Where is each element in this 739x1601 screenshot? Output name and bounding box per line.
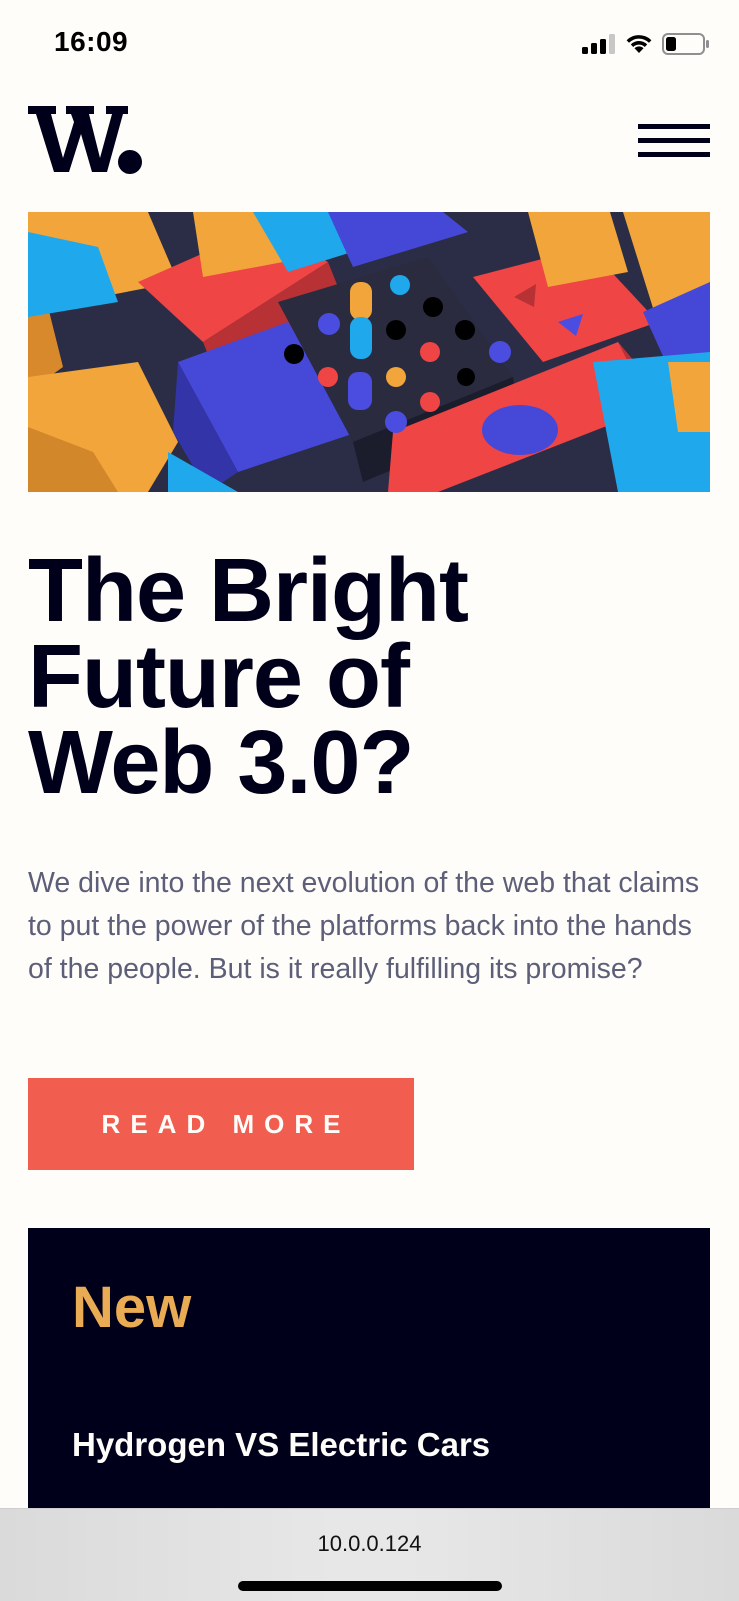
- hero-image: [28, 212, 710, 492]
- status-time: 16:09: [54, 26, 129, 57]
- wifi-icon: [626, 35, 652, 53]
- home-indicator[interactable]: [238, 1581, 502, 1591]
- hero-headline: The Bright Future of Web 3.0?: [28, 546, 710, 808]
- new-articles-panel: New Hydrogen VS Electric Cars: [28, 1228, 710, 1528]
- read-more-button[interactable]: READ MORE: [28, 1078, 414, 1170]
- hero-description: We dive into the next evolution of the w…: [28, 867, 700, 985]
- new-article-title[interactable]: Hydrogen VS Electric Cars: [72, 1426, 490, 1464]
- status-bar: 16:09: [0, 0, 739, 90]
- url-text[interactable]: 10.0.0.124: [0, 1531, 739, 1557]
- headline-line-1: The Bright: [28, 541, 469, 641]
- site-logo[interactable]: [28, 100, 146, 178]
- headline-line-2: Future of: [28, 627, 410, 727]
- hamburger-menu-icon[interactable]: [638, 124, 710, 158]
- cellular-signal-icon: [582, 34, 615, 54]
- browser-address-bar[interactable]: 10.0.0.124: [0, 1508, 739, 1601]
- headline-line-3: Web 3.0?: [28, 713, 414, 813]
- battery-icon: [662, 33, 709, 55]
- new-panel-title: New: [72, 1275, 192, 1340]
